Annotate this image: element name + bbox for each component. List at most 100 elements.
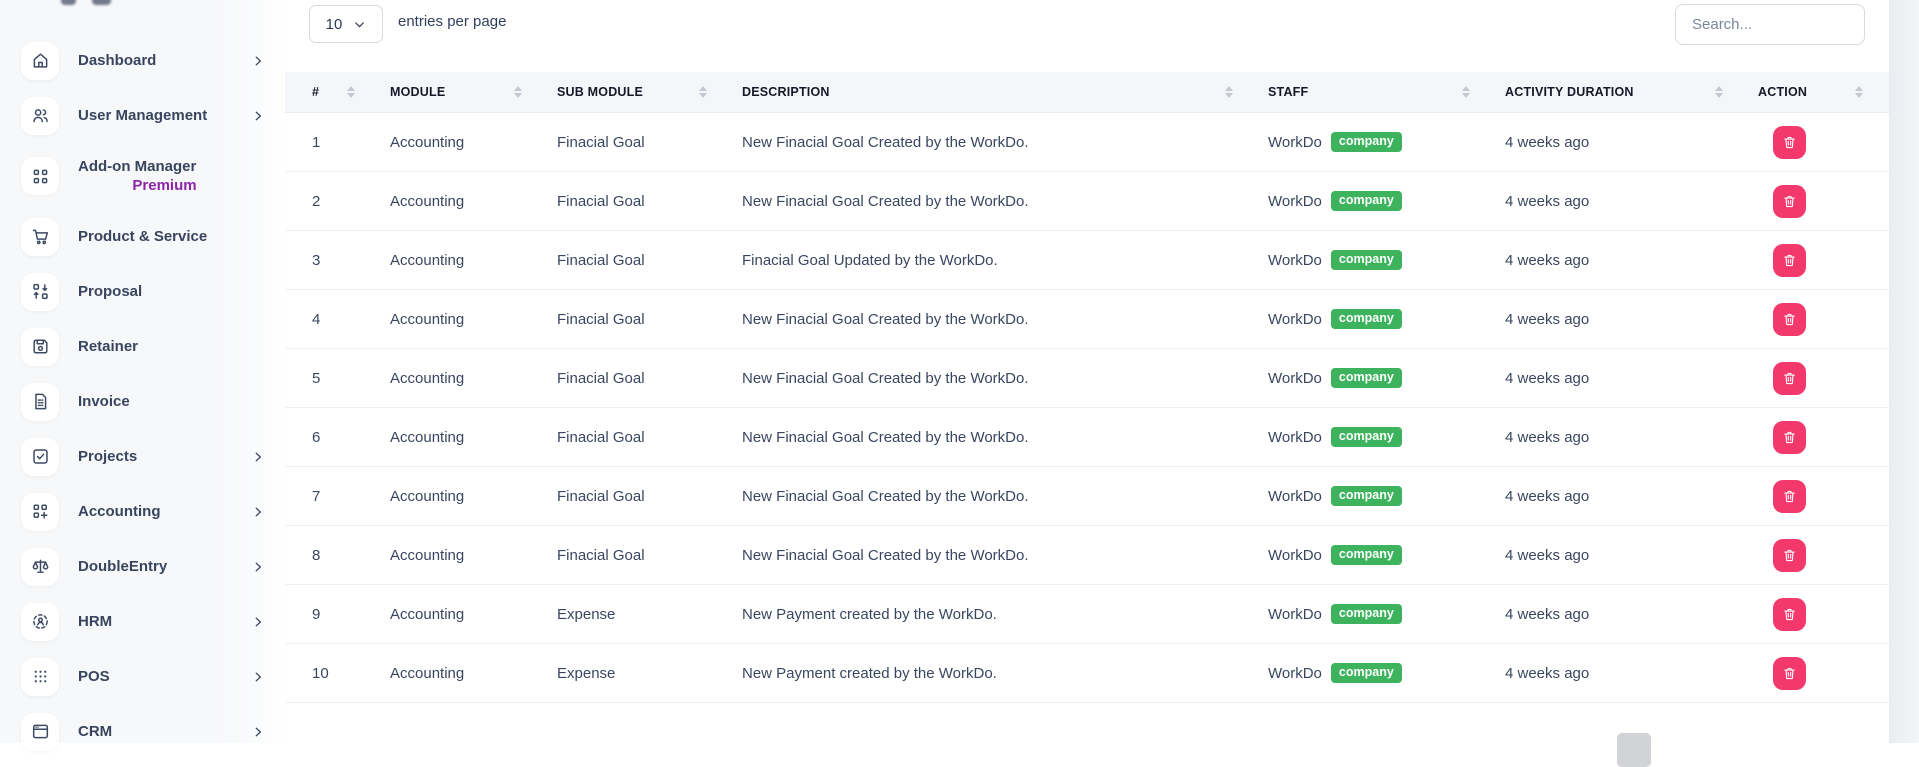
column-header-action[interactable]: ACTION (1733, 72, 1889, 112)
sidebar-item-user-management[interactable]: User Management (0, 88, 285, 143)
cell-description: New Finacial Goal Created by the WorkDo. (717, 488, 1243, 505)
column-header-sub-module[interactable]: SUB MODULE (532, 72, 717, 112)
cell-description: New Payment created by the WorkDo. (717, 606, 1243, 623)
cell-number: 8 (285, 547, 365, 564)
cell-module: Accounting (365, 665, 532, 682)
cell-number: 5 (285, 370, 365, 387)
sidebar-item-doubleentry[interactable]: DoubleEntry (0, 539, 285, 594)
cell-number: 7 (285, 488, 365, 505)
table-row: 3AccountingFinacial GoalFinacial Goal Up… (285, 231, 1889, 290)
chevron-right-icon (251, 109, 265, 123)
cell-action (1733, 480, 1889, 513)
company-badge: company (1331, 663, 1402, 684)
cell-staff: WorkDocompany (1243, 545, 1480, 566)
trash-icon (1782, 548, 1797, 563)
delete-button[interactable] (1773, 126, 1806, 159)
company-badge: company (1331, 132, 1402, 153)
sidebar-item-projects[interactable]: Projects (0, 429, 285, 484)
sidebar-item-invoice[interactable]: Invoice (0, 374, 285, 429)
sort-arrows-icon (514, 86, 522, 98)
users-icon (21, 97, 59, 135)
cell-activity-duration: 4 weeks ago (1480, 488, 1733, 505)
delete-button[interactable] (1773, 598, 1806, 631)
cell-staff: WorkDocompany (1243, 191, 1480, 212)
trash-icon (1782, 371, 1797, 386)
cell-module: Accounting (365, 134, 532, 151)
home-icon (21, 42, 59, 80)
cell-number: 9 (285, 606, 365, 623)
column-header-description[interactable]: DESCRIPTION (717, 72, 1243, 112)
sidebar-item-add-on-manager[interactable]: Add-on ManagerPremium (0, 143, 285, 209)
sidebar-item-accounting[interactable]: Accounting (0, 484, 285, 539)
column-header-module[interactable]: MODULE (365, 72, 532, 112)
grid-plus-icon (21, 493, 59, 531)
cell-staff: WorkDocompany (1243, 604, 1480, 625)
pagination-button[interactable] (1617, 733, 1651, 767)
swap-squares-icon (21, 273, 59, 311)
cell-sub-module: Finacial Goal (532, 429, 717, 446)
sidebar-item-product-service[interactable]: Product & Service (0, 209, 285, 264)
cell-action (1733, 539, 1889, 572)
chevron-right-icon (251, 450, 265, 464)
cell-sub-module: Finacial Goal (532, 311, 717, 328)
trash-icon (1782, 666, 1797, 681)
table-row: 5AccountingFinacial GoalNew Finacial Goa… (285, 349, 1889, 408)
table-row: 4AccountingFinacial GoalNew Finacial Goa… (285, 290, 1889, 349)
delete-button[interactable] (1773, 362, 1806, 395)
trash-icon (1782, 253, 1797, 268)
cell-staff: WorkDocompany (1243, 309, 1480, 330)
cell-staff: WorkDocompany (1243, 486, 1480, 507)
cell-action (1733, 657, 1889, 690)
sidebar-item-retainer[interactable]: Retainer (0, 319, 285, 374)
table-row: 7AccountingFinacial GoalNew Finacial Goa… (285, 467, 1889, 526)
cell-number: 2 (285, 193, 365, 210)
delete-button[interactable] (1773, 657, 1806, 690)
delete-button[interactable] (1773, 303, 1806, 336)
cell-description: New Finacial Goal Created by the WorkDo. (717, 311, 1243, 328)
chevron-right-icon (251, 54, 265, 68)
sidebar-item-pos[interactable]: POS (0, 649, 285, 704)
company-badge: company (1331, 309, 1402, 330)
cell-sub-module: Finacial Goal (532, 134, 717, 151)
delete-button[interactable] (1773, 185, 1806, 218)
company-badge: company (1331, 427, 1402, 448)
cell-staff: WorkDocompany (1243, 132, 1480, 153)
cell-sub-module: Finacial Goal (532, 252, 717, 269)
cell-description: New Finacial Goal Created by the WorkDo. (717, 547, 1243, 564)
entries-per-page-select[interactable]: 10 (309, 5, 383, 43)
sidebar-item-label: POS (78, 668, 110, 685)
toolbar: 10 entries per page (285, 0, 1889, 72)
table-row: 9AccountingExpenseNew Payment created by… (285, 585, 1889, 644)
sidebar-item-dashboard[interactable]: Dashboard (0, 33, 285, 88)
trash-icon (1782, 430, 1797, 445)
column-header-activity-duration[interactable]: ACTIVITY DURATION (1480, 72, 1733, 112)
sidebar-item-label: Proposal (78, 283, 142, 300)
chevron-down-icon (353, 18, 366, 31)
cell-number: 10 (285, 665, 365, 682)
table-body: 1AccountingFinacial GoalNew Finacial Goa… (285, 113, 1889, 703)
trash-icon (1782, 489, 1797, 504)
delete-button[interactable] (1773, 421, 1806, 454)
cell-action (1733, 362, 1889, 395)
cell-staff: WorkDocompany (1243, 368, 1480, 389)
delete-button[interactable] (1773, 539, 1806, 572)
page-scroll-gutter (1889, 0, 1919, 743)
sort-arrows-icon (1462, 86, 1470, 98)
delete-button[interactable] (1773, 244, 1806, 277)
cell-activity-duration: 4 weeks ago (1480, 429, 1733, 446)
trash-icon (1782, 194, 1797, 209)
delete-button[interactable] (1773, 480, 1806, 513)
cell-action (1733, 185, 1889, 218)
sidebar-item-hrm[interactable]: HRM (0, 594, 285, 649)
company-badge: company (1331, 486, 1402, 507)
cell-activity-duration: 4 weeks ago (1480, 665, 1733, 682)
sidebar-item-label: Projects (78, 448, 137, 465)
column-header--[interactable]: # (285, 72, 365, 112)
sidebar-item-proposal[interactable]: Proposal (0, 264, 285, 319)
cell-number: 4 (285, 311, 365, 328)
column-header-staff[interactable]: STAFF (1243, 72, 1480, 112)
search-input[interactable] (1675, 4, 1865, 45)
cell-number: 6 (285, 429, 365, 446)
sidebar-item-label: Dashboard (78, 52, 156, 69)
cell-number: 1 (285, 134, 365, 151)
